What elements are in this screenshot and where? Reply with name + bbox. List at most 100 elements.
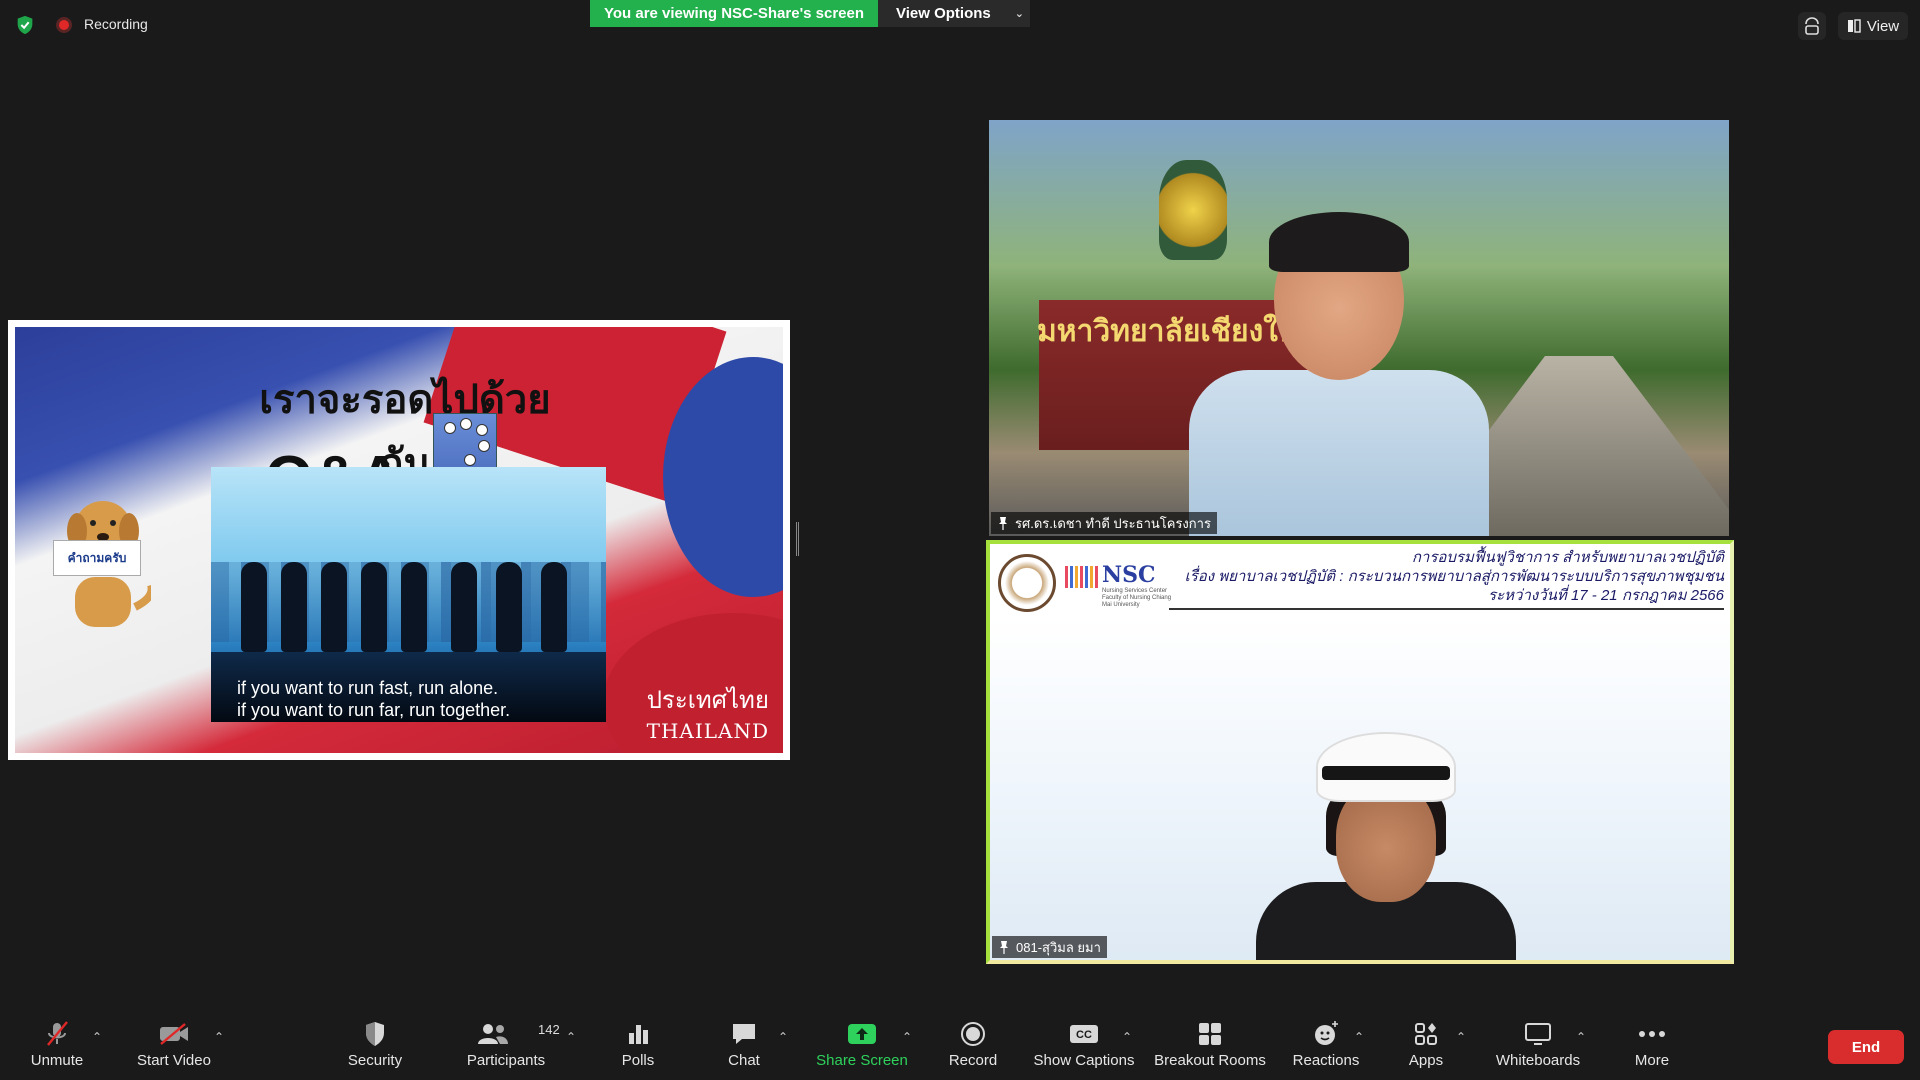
reactions-label: Reactions [1292, 1052, 1360, 1069]
recording-label: Recording [84, 16, 148, 32]
thailand-logo: ประเทศไทย THAILAND [647, 680, 769, 743]
banner-line-1: การอบรมฟื้นฟูวิชาการ สำหรับพยาบาลเวชปฏิบ… [1411, 549, 1724, 566]
shared-screen: เราจะรอดไปด้วยกัน Q&A if you want to run… [8, 320, 790, 760]
view-button[interactable]: View [1838, 12, 1908, 40]
immersive-view-button[interactable] [1798, 12, 1826, 40]
start-video-button[interactable]: Start Video [134, 1020, 214, 1076]
polls-button[interactable]: Polls [618, 1020, 658, 1076]
whiteboard-icon [1525, 1023, 1551, 1045]
banner-line-2: เรื่อง พยาบาลเวชปฏิบัติ : กระบวนการพยาบา… [1184, 568, 1724, 585]
dog-question-sign: คำถามครับ [53, 540, 141, 576]
participant-name-tag: รศ.ดร.เดชา ทำดี ประธานโครงการ [991, 512, 1217, 534]
person-body [1189, 370, 1489, 536]
video-camera-off-icon [160, 1023, 188, 1045]
unmute-button[interactable]: Unmute [24, 1020, 90, 1076]
participant-video-tile[interactable]: มหาวิทยาลัยเชียงใหม่ รศ.ดร.เดชา ทำดี ประ… [989, 120, 1729, 536]
nurse-cap-band [1322, 766, 1450, 780]
banner-underline [1169, 608, 1724, 610]
active-speaker-video-tile[interactable]: NSC Nursing Services Center Faculty of N… [986, 540, 1734, 964]
more-button[interactable]: More [1632, 1020, 1672, 1076]
svg-text:CC: CC [1076, 1029, 1092, 1041]
whiteboards-label: Whiteboards [1495, 1052, 1581, 1069]
pin-icon [999, 517, 1007, 530]
participant-person [1256, 732, 1516, 960]
participant-name: 081-สุวิมล ยมา [1016, 939, 1101, 955]
view-options-button[interactable]: View Options ⌄ [878, 0, 1030, 27]
share-screen-icon [848, 1024, 876, 1044]
show-captions-label: Show Captions [1033, 1052, 1135, 1069]
runner-silhouette [401, 562, 427, 652]
video-options-caret-icon[interactable]: ⌃ [214, 1030, 224, 1044]
reactions-button[interactable]: Reactions [1292, 1020, 1360, 1076]
breakout-rooms-label: Breakout Rooms [1154, 1052, 1266, 1069]
thailand-logo-thai: ประเทศไทย [646, 686, 769, 714]
runner-silhouette [281, 562, 307, 652]
show-captions-button[interactable]: CC Show Captions [1034, 1020, 1134, 1076]
runner-silhouette [321, 562, 347, 652]
apps-label: Apps [1408, 1052, 1444, 1069]
more-label: More [1634, 1052, 1670, 1069]
participants-button[interactable]: 142 Participants [464, 1020, 560, 1076]
apps-button[interactable]: Apps [1406, 1020, 1446, 1076]
slide-quote: if you want to run fast, run alone. if y… [237, 677, 617, 721]
chat-button[interactable]: Chat [726, 1020, 762, 1076]
shield-check-icon[interactable] [14, 14, 36, 36]
participants-caret-icon[interactable]: ⌃ [566, 1030, 576, 1044]
closed-captions-icon: CC [1070, 1025, 1098, 1043]
breakout-rooms-icon [1199, 1023, 1221, 1045]
record-button[interactable]: Record [948, 1020, 998, 1076]
polls-icon [629, 1025, 648, 1044]
breakout-rooms-button[interactable]: Breakout Rooms [1154, 1020, 1266, 1076]
top-bar: Recording You are viewing NSC-Share's sc… [0, 0, 1920, 52]
security-label: Security [347, 1052, 403, 1069]
person-hair [1269, 212, 1409, 272]
participants-count: 142 [538, 1022, 560, 1037]
university-seal-logo [998, 554, 1056, 612]
participant-name-tag: 081-สุวิมล ยมา [992, 936, 1107, 958]
end-meeting-button[interactable]: End [1828, 1030, 1904, 1064]
immersive-view-icon [1805, 17, 1819, 35]
apps-icon [1415, 1023, 1437, 1045]
grid-view-icon [1847, 19, 1861, 33]
chevron-down-icon: ⌄ [1014, 8, 1024, 20]
share-screen-caret-icon[interactable]: ⌃ [902, 1030, 912, 1044]
meeting-toolbar: Unmute ⌃ Start Video ⌃ Security 142 Part… [0, 1008, 1920, 1080]
record-icon [961, 1022, 985, 1046]
security-button[interactable]: Security [344, 1020, 406, 1076]
more-dots-icon [1639, 1031, 1665, 1037]
chat-caret-icon[interactable]: ⌃ [778, 1030, 788, 1044]
microphone-muted-icon [47, 1021, 68, 1046]
banner-line-3: ระหว่างวันที่ 17 - 21 กรกฎาคม 2566 [1488, 587, 1724, 604]
whiteboards-caret-icon[interactable]: ⌃ [1576, 1030, 1586, 1044]
banner-title: การอบรมฟื้นฟูวิชาการ สำหรับพยาบาลเวชปฏิบ… [1164, 548, 1724, 605]
audio-options-caret-icon[interactable]: ⌃ [92, 1030, 102, 1044]
quote-line-1: if you want to run fast, run alone. [237, 678, 499, 698]
share-screen-button[interactable]: Share Screen [816, 1020, 908, 1076]
thailand-logo-english: THAILAND [646, 719, 769, 743]
reactions-icon [1315, 1021, 1338, 1045]
participants-label: Participants [466, 1052, 546, 1069]
viewing-banner: You are viewing NSC-Share's screen [590, 0, 878, 27]
whiteboards-button[interactable]: Whiteboards [1492, 1020, 1584, 1076]
chat-label: Chat [728, 1052, 760, 1069]
view-options-label: View Options [896, 5, 991, 22]
pin-icon [1000, 941, 1008, 954]
split-view-resize-handle[interactable] [796, 522, 799, 556]
reactions-caret-icon[interactable]: ⌃ [1354, 1030, 1364, 1044]
virtual-background-banner: NSC Nursing Services Center Faculty of N… [990, 544, 1730, 618]
polls-label: Polls [621, 1052, 655, 1069]
captions-caret-icon[interactable]: ⌃ [1122, 1030, 1132, 1044]
runner-silhouette [451, 562, 477, 652]
runner-silhouette [496, 562, 522, 652]
runner-silhouette [241, 562, 267, 652]
participant-name: รศ.ดร.เดชา ทำดี ประธานโครงการ [1015, 515, 1211, 531]
share-screen-label: Share Screen [816, 1052, 908, 1069]
runner-silhouette [541, 562, 567, 652]
shield-icon [366, 1022, 384, 1046]
participants-icon [478, 1024, 508, 1044]
participant-person [1189, 212, 1489, 536]
quote-line-2: if you want to run far, run together. [237, 700, 511, 720]
unmute-label: Unmute [30, 1052, 84, 1069]
apps-caret-icon[interactable]: ⌃ [1456, 1030, 1466, 1044]
presentation-slide: เราจะรอดไปด้วยกัน Q&A if you want to run… [15, 327, 783, 753]
